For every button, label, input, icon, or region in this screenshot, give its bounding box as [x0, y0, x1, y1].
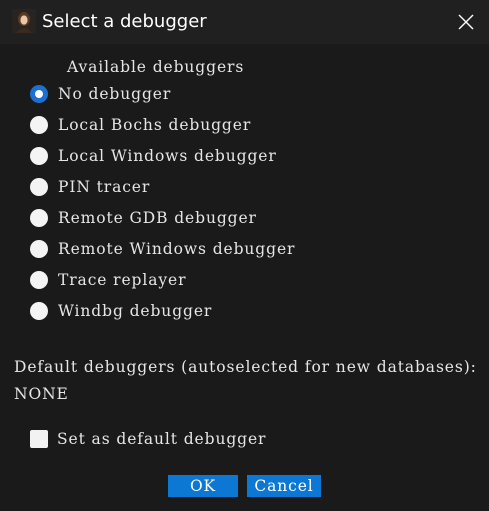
checkbox-icon[interactable]	[30, 430, 48, 448]
radio-label: No debugger	[58, 84, 172, 103]
cancel-button[interactable]: Cancel	[247, 475, 321, 497]
radio-button-icon[interactable]	[30, 301, 48, 320]
radio-button-icon[interactable]	[30, 115, 48, 134]
radio-local-bochs-debugger[interactable]: Local Bochs debugger	[28, 109, 295, 140]
radio-label: PIN tracer	[58, 177, 151, 196]
set-default-label: Set as default debugger	[57, 430, 267, 448]
set-default-checkbox[interactable]: Set as default debugger	[30, 430, 266, 448]
ok-button[interactable]: OK	[168, 475, 238, 497]
close-icon[interactable]	[458, 14, 474, 30]
available-debuggers-label: Available debuggers	[67, 58, 245, 76]
radio-button-icon[interactable]	[30, 84, 48, 103]
radio-trace-replayer[interactable]: Trace replayer	[28, 264, 295, 295]
radio-pin-tracer[interactable]: PIN tracer	[28, 171, 295, 202]
radio-no-debugger[interactable]: No debugger	[28, 78, 295, 109]
debugger-radio-group: No debugger Local Bochs debugger Local W…	[28, 78, 295, 326]
radio-label: Local Bochs debugger	[58, 115, 252, 134]
default-debuggers-label: Default debuggers (autoselected for new …	[14, 358, 477, 376]
app-portrait-icon	[12, 9, 36, 33]
radio-remote-windows-debugger[interactable]: Remote Windows debugger	[28, 233, 295, 264]
radio-label: Local Windows debugger	[58, 146, 277, 165]
select-debugger-dialog: Select a debugger Available debuggers No…	[0, 0, 489, 511]
radio-label: Remote GDB debugger	[58, 208, 257, 227]
radio-label: Remote Windows debugger	[58, 239, 296, 258]
close-button[interactable]	[443, 0, 489, 44]
radio-local-windows-debugger[interactable]: Local Windows debugger	[28, 140, 295, 171]
window-title: Select a debugger	[42, 11, 207, 32]
radio-button-icon[interactable]	[30, 177, 48, 196]
radio-button-icon[interactable]	[30, 239, 48, 258]
radio-button-icon[interactable]	[30, 146, 48, 165]
radio-remote-gdb-debugger[interactable]: Remote GDB debugger	[28, 202, 295, 233]
default-debuggers-value: NONE	[14, 385, 69, 403]
radio-windbg-debugger[interactable]: Windbg debugger	[28, 295, 295, 326]
radio-label: Windbg debugger	[58, 301, 213, 320]
radio-button-icon[interactable]	[30, 208, 48, 227]
radio-button-icon[interactable]	[30, 270, 48, 289]
radio-label: Trace replayer	[58, 270, 187, 289]
title-bar: Select a debugger	[0, 0, 489, 44]
